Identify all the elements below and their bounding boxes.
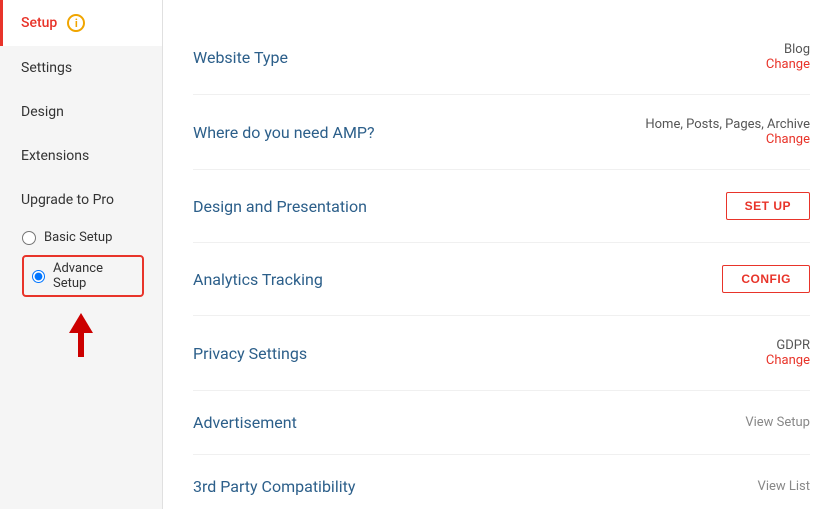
- row-amp: Where do you need AMP? Home, Posts, Page…: [193, 95, 810, 170]
- row-design-presentation: Design and Presentation SET UP: [193, 170, 810, 243]
- label-3rd-party: 3rd Party Compatibility: [193, 477, 355, 496]
- label-amp: Where do you need AMP?: [193, 123, 375, 142]
- sidebar-item-setup[interactable]: Setup i: [0, 0, 162, 46]
- label-design-presentation: Design and Presentation: [193, 197, 367, 216]
- radio-group: Basic Setup Advance Setup: [0, 222, 162, 305]
- sidebar-item-settings[interactable]: Settings: [0, 46, 162, 90]
- arrow-shaft: [78, 333, 84, 357]
- setup-button[interactable]: SET UP: [726, 192, 810, 220]
- amp-change[interactable]: Change: [645, 132, 810, 147]
- sidebar-label-settings: Settings: [21, 60, 72, 76]
- arrow-up-icon: [69, 313, 93, 333]
- sidebar-item-design[interactable]: Design: [0, 90, 162, 134]
- label-privacy: Privacy Settings: [193, 344, 307, 363]
- basic-setup-input[interactable]: [22, 231, 36, 245]
- label-website-type: Website Type: [193, 48, 288, 67]
- advance-setup-box[interactable]: Advance Setup: [22, 255, 144, 297]
- advance-setup-label: Advance Setup: [53, 261, 134, 291]
- value-privacy: GDPR Change: [766, 338, 810, 368]
- amp-pages-value: Home, Posts, Pages, Archive: [645, 117, 810, 132]
- sidebar-label-setup: Setup: [21, 15, 57, 31]
- sidebar-item-upgrade[interactable]: Upgrade to Pro: [0, 178, 162, 222]
- arrow-indicator: [0, 313, 162, 357]
- sidebar-item-extensions[interactable]: Extensions: [0, 134, 162, 178]
- row-3rd-party: 3rd Party Compatibility View List: [193, 455, 810, 509]
- 3rd-party-view-list[interactable]: View List: [758, 479, 810, 494]
- sidebar: Setup i Settings Design Extensions Upgra…: [0, 0, 163, 509]
- info-icon: i: [67, 14, 85, 32]
- privacy-type-value: GDPR: [766, 338, 810, 353]
- advance-setup-input[interactable]: [32, 270, 45, 283]
- sidebar-label-design: Design: [21, 104, 64, 120]
- row-privacy: Privacy Settings GDPR Change: [193, 316, 810, 391]
- basic-setup-label: Basic Setup: [44, 230, 112, 245]
- basic-setup-radio[interactable]: Basic Setup: [22, 230, 144, 245]
- row-advertisement: Advertisement View Setup: [193, 391, 810, 455]
- privacy-change[interactable]: Change: [766, 353, 810, 368]
- config-button[interactable]: CONFIG: [722, 265, 810, 293]
- website-type-change[interactable]: Change: [766, 57, 810, 72]
- row-analytics: Analytics Tracking CONFIG: [193, 243, 810, 316]
- label-advertisement: Advertisement: [193, 413, 297, 432]
- website-type-value: Blog: [766, 42, 810, 57]
- main-content: Website Type Blog Change Where do you ne…: [163, 0, 840, 509]
- label-analytics: Analytics Tracking: [193, 270, 323, 289]
- advertisement-view-setup[interactable]: View Setup: [745, 415, 810, 430]
- sidebar-label-upgrade: Upgrade to Pro: [21, 192, 114, 208]
- value-website-type: Blog Change: [766, 42, 810, 72]
- value-amp: Home, Posts, Pages, Archive Change: [645, 117, 810, 147]
- sidebar-label-extensions: Extensions: [21, 148, 89, 164]
- row-website-type: Website Type Blog Change: [193, 20, 810, 95]
